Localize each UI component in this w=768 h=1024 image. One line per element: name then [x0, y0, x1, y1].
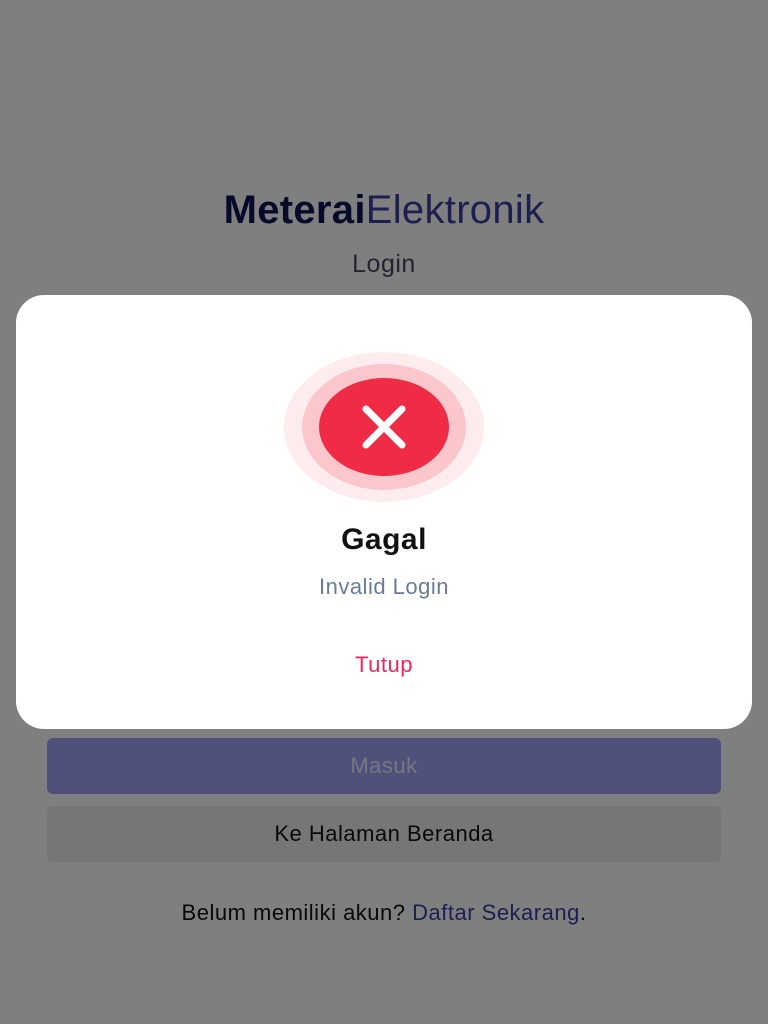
- dialog-title: Gagal: [341, 523, 427, 556]
- close-x-icon: [362, 405, 406, 449]
- dialog-close-button[interactable]: Tutup: [334, 643, 434, 687]
- dialog-message: Invalid Login: [318, 574, 450, 599]
- error-dialog: Gagal Invalid Login Tutup: [16, 295, 752, 729]
- error-icon: [284, 352, 484, 502]
